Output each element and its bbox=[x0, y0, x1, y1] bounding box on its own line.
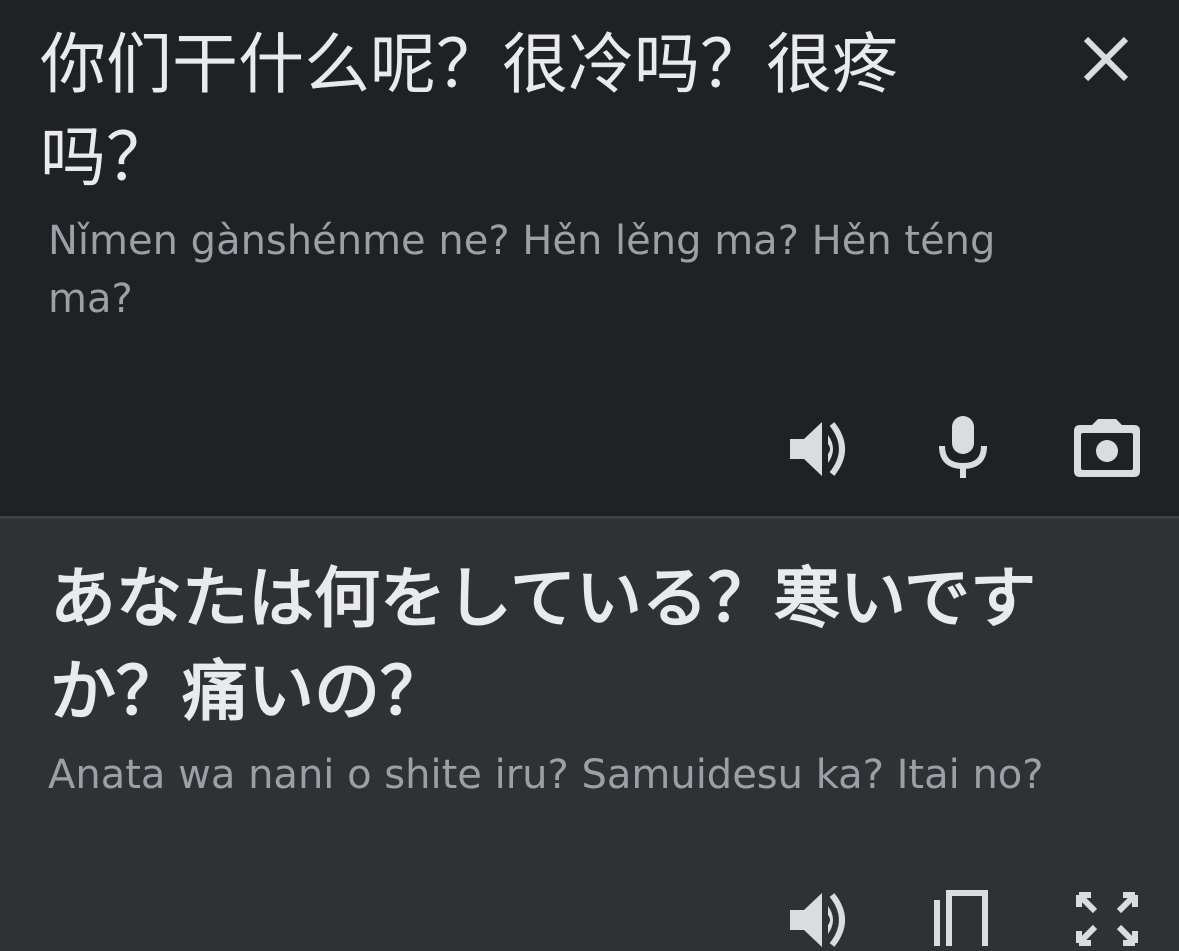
speaker-icon[interactable] bbox=[788, 418, 852, 480]
source-text[interactable]: 你们干什么呢？很冷吗？很疼吗？ bbox=[40, 18, 920, 204]
source-panel: 你们干什么呢？很冷吗？很疼吗？ Nǐmen gànshénme ne? Hěn … bbox=[0, 0, 1179, 516]
copy-icon[interactable] bbox=[930, 886, 994, 946]
microphone-icon[interactable] bbox=[936, 414, 990, 480]
translated-text[interactable]: あなたは何をしている？寒いですか？痛いの？ bbox=[50, 552, 1150, 738]
camera-icon[interactable] bbox=[1072, 419, 1142, 479]
speaker-icon[interactable] bbox=[788, 889, 852, 951]
close-icon[interactable] bbox=[1080, 33, 1132, 85]
source-romanization: Nǐmen gànshénme ne? Hěn lěng ma? Hěn tén… bbox=[48, 218, 996, 322]
translation-romanization: Anata wa nani o shite iru? Samuidesu ka?… bbox=[48, 752, 1044, 798]
translation-panel: あなたは何をしている？寒いですか？痛いの？ Anata wa nani o sh… bbox=[0, 519, 1179, 947]
fullscreen-icon[interactable] bbox=[1075, 891, 1139, 947]
